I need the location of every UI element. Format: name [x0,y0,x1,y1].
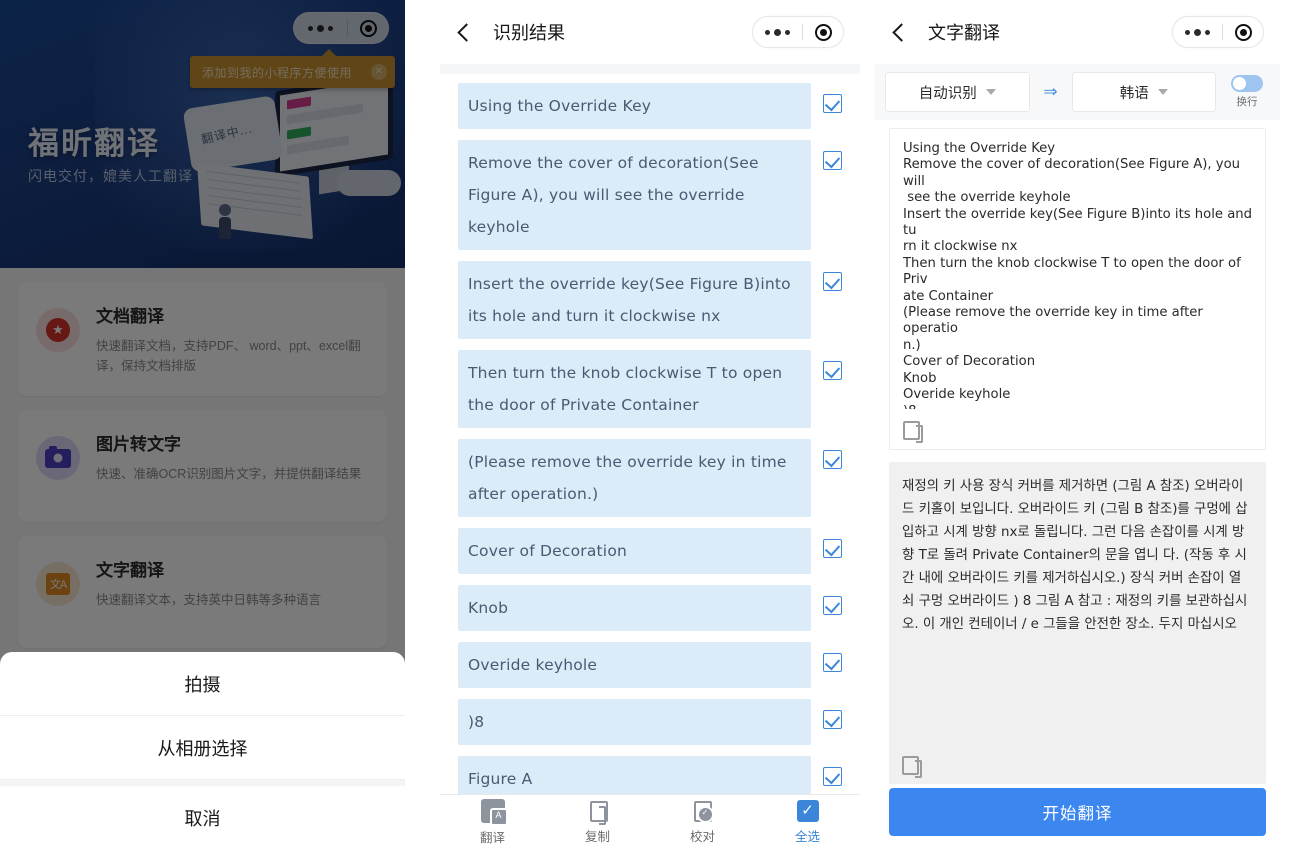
table-row[interactable]: )8 [458,699,842,745]
ocr-text[interactable]: Knob [458,585,811,631]
tab-label: 校对 [689,829,715,844]
row-checkbox[interactable] [823,151,842,170]
page-title: 识别结果 [493,23,565,43]
target-icon[interactable] [1223,23,1263,41]
back-chevron-icon[interactable] [457,22,476,42]
chevron-down-icon [1157,89,1168,95]
tab-copy[interactable]: 复制 [545,795,650,850]
tab-label: 复制 [584,829,610,844]
swap-languages-icon[interactable]: ⇒ [1038,82,1064,102]
table-row[interactable]: Then turn the knob clockwise T to open t… [458,350,842,428]
target-language-select[interactable]: 韩语 [1071,72,1216,112]
translate-icon [480,799,508,826]
home-screen: 翻译中... 福昕翻译 闪电交付，媲美人工翻译 添加到我的小程序方便使用 ✕ [0,0,405,850]
tab-select-all[interactable]: ✓ 全选 [755,795,860,850]
row-checkbox[interactable] [823,653,842,672]
row-checkbox[interactable] [823,767,842,786]
ocr-text[interactable]: (Please remove the override key in time … [458,439,811,517]
row-checkbox[interactable] [823,450,842,469]
target-text-box: 재정의 키 사용 장식 커버를 제거하면 (그림 A 참조) 오버라이드 키홀이… [889,462,1266,784]
proofread-icon [693,800,714,823]
ocr-text[interactable]: Then turn the knob clockwise T to open t… [458,350,811,428]
source-language-select[interactable]: 自动识别 [885,72,1030,112]
target-icon[interactable] [803,23,843,41]
source-textarea[interactable]: Using the Override Key Remove the cover … [903,141,1252,409]
table-row[interactable]: Cover of Decoration [458,528,842,574]
tab-label: 全选 [794,830,820,844]
copy-icon[interactable] [902,756,922,778]
back-chevron-icon[interactable] [892,22,911,42]
ocr-row-list[interactable]: Using the Override Key Remove the cover … [440,64,860,794]
tab-label: 翻译 [479,831,505,845]
select-all-icon: ✓ [796,800,819,822]
ocr-navbar: 识别结果 [440,0,860,64]
panel-gap [405,0,440,850]
translate-navbar: 文字翻译 [875,0,1280,64]
linebreak-toggle-label: 换行 [1236,96,1258,108]
row-checkbox[interactable] [823,272,842,291]
table-row[interactable]: Knob [458,585,842,631]
row-checkbox[interactable] [823,596,842,615]
source-language-label: 自动识别 [918,85,977,102]
table-row[interactable]: Figure A [458,756,842,794]
ocr-tabbar: 翻译 复制 校对 ✓ 全选 [440,794,860,850]
chevron-down-icon [985,89,996,95]
action-sheet-item-album[interactable]: 从相册选择 [0,716,405,780]
row-checkbox[interactable] [823,539,842,558]
ocr-text[interactable]: Using the Override Key [458,83,811,129]
ocr-text[interactable]: Cover of Decoration [458,528,811,574]
copy-icon [589,800,608,825]
start-translate-button[interactable]: 开始翻译 [889,788,1266,836]
table-row[interactable]: Remove the cover of decoration(See Figur… [458,140,842,250]
page-title: 文字翻译 [928,23,1000,43]
row-checkbox[interactable] [823,361,842,380]
row-checkbox[interactable] [823,94,842,113]
ocr-text[interactable]: Insert the override key(See Figure B)int… [458,261,811,339]
table-row[interactable]: Insert the override key(See Figure B)int… [458,261,842,339]
ocr-text[interactable]: Overide keyhole [458,642,811,688]
row-checkbox[interactable] [823,710,842,729]
action-sheet-item-camera[interactable]: 拍摄 [0,652,405,716]
ocr-text[interactable]: Figure A [458,756,811,794]
panel-gap [860,0,875,850]
copy-icon[interactable] [903,421,923,443]
screenshot-stage: 翻译中... 福昕翻译 闪电交付，媲美人工翻译 添加到我的小程序方便使用 ✕ [0,0,1300,850]
ocr-text[interactable]: Remove the cover of decoration(See Figur… [458,140,811,250]
panel-text-translate: 文字翻译 自动识别 ⇒ 韩语 换行 Using the Override Key… [875,0,1280,850]
panel-ocr-result: 识别结果 Using the Override Key Remove the c… [440,0,860,850]
wechat-capsule[interactable] [752,16,844,48]
language-bar: 自动识别 ⇒ 韩语 换行 [875,64,1280,120]
tab-translate[interactable]: 翻译 [440,795,545,850]
table-row[interactable]: (Please remove the override key in time … [458,439,842,517]
translation-output: 재정의 키 사용 장식 커버를 제거하면 (그림 A 참조) 오버라이드 키홀이… [902,479,1248,632]
linebreak-toggle[interactable] [1231,75,1263,92]
target-language-label: 韩语 [1119,85,1149,102]
ocr-text[interactable]: )8 [458,699,811,745]
more-dots-icon[interactable] [753,28,802,36]
panel-home: 翻译中... 福昕翻译 闪电交付，媲美人工翻译 添加到我的小程序方便使用 ✕ [0,0,405,850]
more-dots-icon[interactable] [1173,28,1222,36]
wechat-capsule[interactable] [1172,16,1264,48]
source-text-box[interactable]: Using the Override Key Remove the cover … [889,128,1266,450]
list-top-spacer [440,64,860,74]
action-sheet: 拍摄 从相册选择 取消 [0,652,405,850]
table-row[interactable]: Using the Override Key [458,83,842,129]
action-sheet-cancel[interactable]: 取消 [0,786,405,850]
tab-proofread[interactable]: 校对 [650,795,755,850]
table-row[interactable]: Overide keyhole [458,642,842,688]
linebreak-toggle-group[interactable]: 换行 [1224,75,1270,109]
